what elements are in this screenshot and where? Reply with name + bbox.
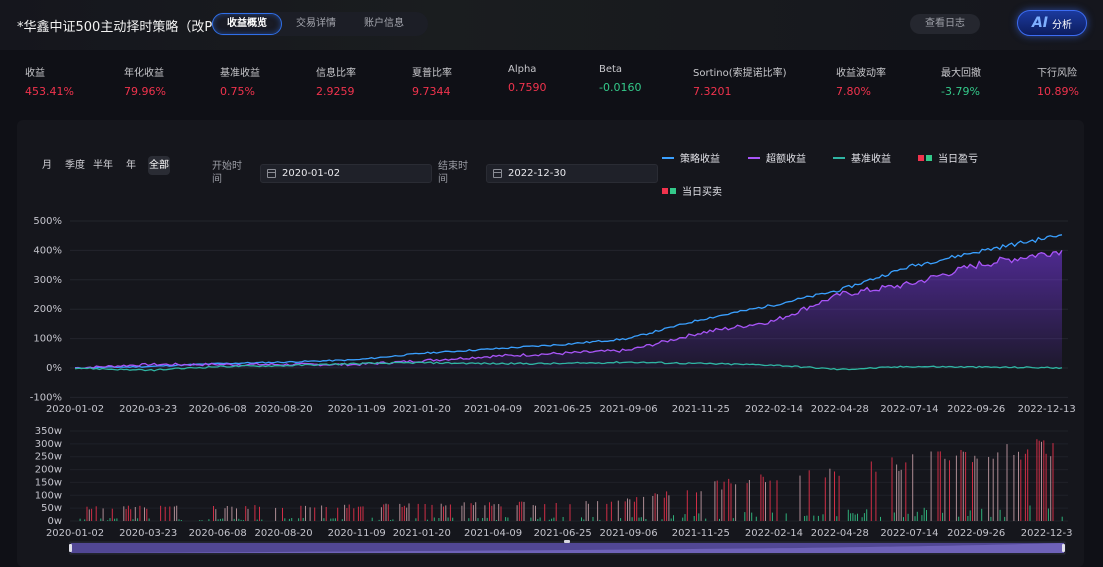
legend-bar-swatch xyxy=(918,154,932,161)
tab-account-info[interactable]: 账户信息 xyxy=(350,12,418,36)
metric-value: 79.96% xyxy=(124,85,166,98)
tab-bar: 收益概览 交易详情 账户信息 xyxy=(212,12,428,36)
legend-label: 当日盈亏 xyxy=(938,154,978,165)
metric-value: 2.9259 xyxy=(316,85,355,98)
metric-value: 0.75% xyxy=(220,85,255,98)
legend-label: 当日买卖 xyxy=(682,187,722,198)
legend-benchmark[interactable]: 基准收益 xyxy=(833,150,891,165)
metric-label: 年化收益 xyxy=(124,68,164,79)
metric-downside-risk: 下行风险 10.89% xyxy=(1037,64,1079,98)
period-quarter[interactable]: 季度 xyxy=(64,156,86,175)
ai-analysis-button[interactable]: AI 分析 xyxy=(1017,10,1087,36)
metrics-row: 收益 453.41% 年化收益 79.96% 基准收益 0.75% 信息比率 2… xyxy=(0,64,1103,104)
metric-value: -3.79% xyxy=(941,85,980,98)
end-date-value: 2022-12-30 xyxy=(508,167,567,179)
legend-line-swatch xyxy=(748,156,760,159)
metric-value: 9.7344 xyxy=(412,85,451,98)
metric-label: 信息比率 xyxy=(316,68,356,79)
legend-label: 超额收益 xyxy=(766,154,806,165)
metric-information-ratio: 信息比率 2.9259 xyxy=(316,64,356,98)
metric-volatility: 收益波动率 7.80% xyxy=(836,64,886,98)
ai-analysis-label: 分析 xyxy=(1052,19,1073,31)
metric-beta: Beta -0.0160 xyxy=(599,64,641,94)
metric-label: 最大回撤 xyxy=(941,68,981,79)
ai-icon: AI xyxy=(1031,15,1049,31)
legend-line-swatch xyxy=(662,156,674,159)
metric-max-drawdown: 最大回撤 -3.79% xyxy=(941,64,981,98)
metric-label: 收益波动率 xyxy=(836,68,886,79)
end-date-input[interactable]: 2022-12-30 xyxy=(486,163,658,183)
chart-panel xyxy=(17,120,1084,567)
legend-daily-trades[interactable]: 当日买卖 xyxy=(662,183,722,198)
period-all[interactable]: 全部 xyxy=(148,156,170,175)
metric-value: 7.3201 xyxy=(693,85,732,98)
legend-label: 基准收益 xyxy=(851,154,891,165)
metric-value: 453.41% xyxy=(25,85,74,98)
start-date-label: 开始时间 xyxy=(212,161,242,185)
legend-label: 策略收益 xyxy=(680,154,720,165)
metric-value: -0.0160 xyxy=(599,81,642,94)
legend-bar-swatch xyxy=(662,187,676,194)
legend-excess[interactable]: 超额收益 xyxy=(748,150,806,165)
metric-alpha: Alpha 0.7590 xyxy=(508,64,547,94)
end-date-label: 结束时间 xyxy=(438,161,468,185)
start-date-value: 2020-01-02 xyxy=(282,167,341,179)
legend-daily-pnl[interactable]: 当日盈亏 xyxy=(918,150,978,165)
metric-label: 收益 xyxy=(25,68,45,79)
metric-sortino: Sortino(索提诺比率) 7.3201 xyxy=(693,64,787,98)
legend-line-swatch xyxy=(833,156,845,159)
metric-label: 夏普比率 xyxy=(412,68,452,79)
view-log-button[interactable]: 查看日志 xyxy=(910,14,980,34)
period-year[interactable]: 年 xyxy=(120,156,142,175)
metric-label: Alpha xyxy=(508,64,537,75)
metric-sharpe-ratio: 夏普比率 9.7344 xyxy=(412,64,452,98)
end-date-group: 结束时间 2022-12-30 xyxy=(438,160,658,186)
start-date-group: 开始时间 2020-01-02 xyxy=(212,160,432,186)
metric-value: 7.80% xyxy=(836,85,871,98)
metric-value: 10.89% xyxy=(1037,85,1079,98)
metric-label: Sortino(索提诺比率) xyxy=(693,68,787,79)
start-date-input[interactable]: 2020-01-02 xyxy=(260,163,432,183)
metric-label: 下行风险 xyxy=(1037,68,1077,79)
strategy-title: *华鑫中证500主动择时策略（改PVC xyxy=(17,20,231,35)
calendar-icon xyxy=(493,168,502,178)
calendar-icon xyxy=(267,168,276,178)
metric-total-return: 收益 453.41% xyxy=(25,64,74,98)
period-half-year[interactable]: 半年 xyxy=(92,156,114,175)
legend-strategy[interactable]: 策略收益 xyxy=(662,150,720,165)
metric-annual-return: 年化收益 79.96% xyxy=(124,64,166,98)
metric-value: 0.7590 xyxy=(508,81,547,94)
tab-overview[interactable]: 收益概览 xyxy=(212,13,282,35)
period-selector: 月 季度 半年 年 全部 xyxy=(36,156,170,175)
period-month[interactable]: 月 xyxy=(36,156,58,175)
metric-label: Beta xyxy=(599,64,623,75)
metric-benchmark-return: 基准收益 0.75% xyxy=(220,64,260,98)
metric-label: 基准收益 xyxy=(220,68,260,79)
tab-trade-details[interactable]: 交易详情 xyxy=(282,12,350,36)
